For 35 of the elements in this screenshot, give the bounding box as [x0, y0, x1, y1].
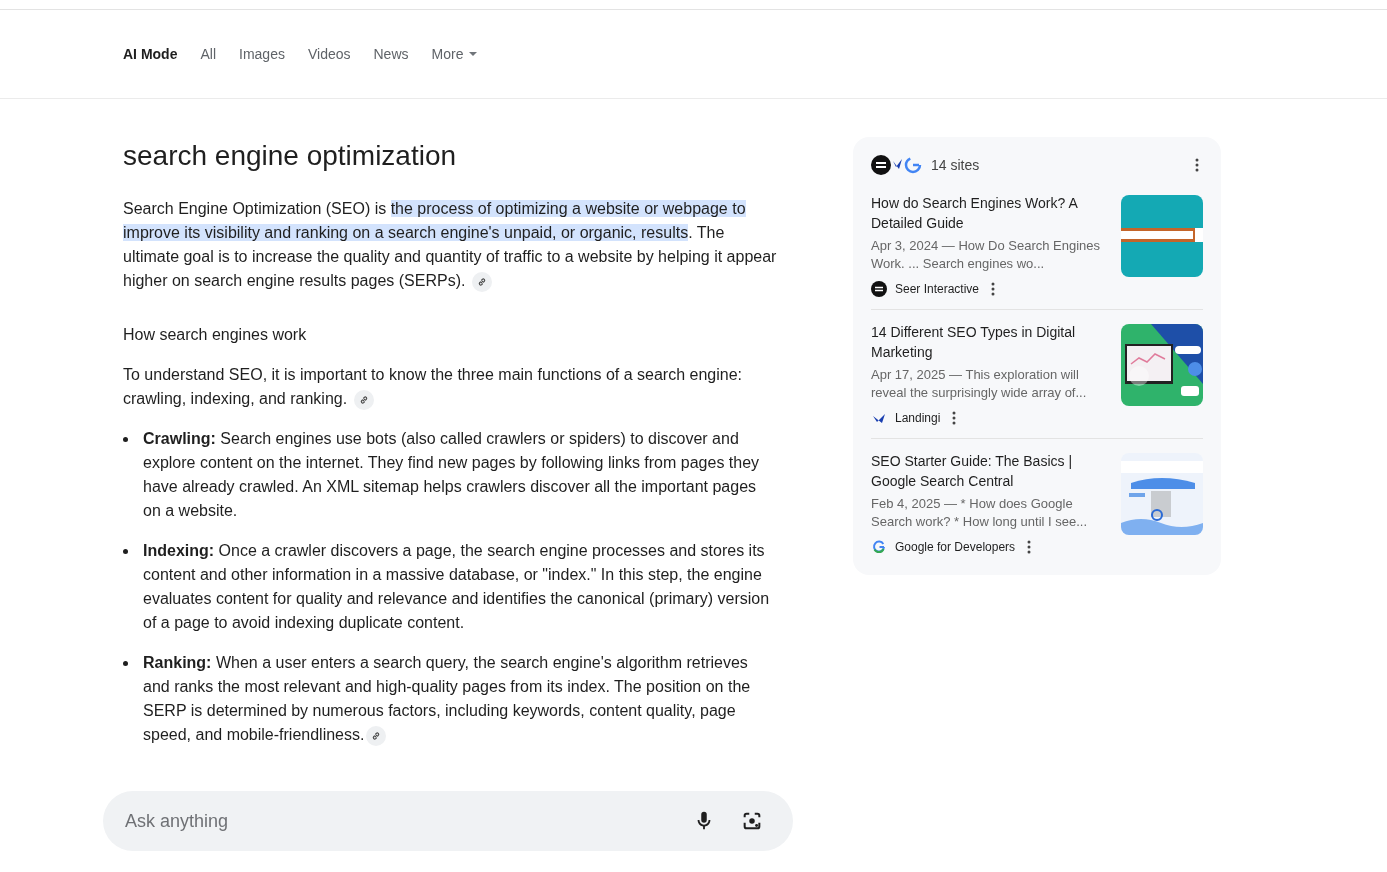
bullet-dot [123, 437, 128, 442]
source-snippet: Apr 3, 2024 — How Do Search Engines Work. ... Search engines wo... [871, 237, 1102, 273]
site-name: Seer Interactive [895, 282, 980, 296]
source-snippet: Apr 17, 2025 — This exploration will reveal the surprisingly wide array of... [871, 366, 1088, 402]
link-icon[interactable] [471, 271, 492, 292]
search-tab[interactable]: AI Mode [123, 42, 178, 66]
answer-paragraph: Search Engine Optimization (SEO) is the process of optimizing a website or webpage to improve its visibility and ranking on a search engine's unpaid, or organic, results. The ultimate goal is to increase the quality and quantity of traffic to a website by helping it appear higher on search engine results pages (SERPs). [123, 197, 778, 293]
search-tab[interactable]: More [431, 42, 478, 66]
sites-count: 14 sites [931, 157, 980, 173]
source-snippet: Feb 4, 2025 — * How does Google Search work? * How long until I see... [871, 495, 1089, 531]
query-title: search engine optimization [123, 139, 458, 173]
site-favicon-icon [871, 281, 887, 297]
source-title-link[interactable]: How do Search Engines Work? A Detailed Guide [871, 193, 1113, 233]
camera-lens-icon[interactable] [741, 810, 763, 832]
search-tab[interactable]: News [373, 42, 409, 66]
link-icon[interactable] [353, 389, 374, 410]
section-heading: How search engines work [123, 325, 308, 345]
search-tab[interactable]: All [200, 42, 216, 66]
answer-paragraph: To understand SEO, it is important to know the three main functions of a search engine: crawling, indexing, and ranking. [123, 363, 778, 411]
bullet-dot [123, 661, 128, 666]
site-favicon-icon [871, 539, 887, 555]
link-icon[interactable] [366, 725, 387, 746]
bullet-text: Crawling: Search engines use bots (also called crawlers or spiders) to discover and explore content on the internet. They find new pages by following links from pages they have already crawled. An XML sitemap helps crawlers discover all the important pages on a website. [143, 429, 761, 521]
bullet-dot [123, 549, 128, 554]
site-name: Landingi [895, 411, 941, 425]
site-favicons-icon [871, 155, 923, 175]
bullet-text: Ranking: When a user enters a search query, the search engine's algorithm retrieves and ranks the most relevant and high-quality pages from its index. The position on the SERP is determined by numerous factors, including keywords, content quality, page speed, and mobile-friendliness. [143, 651, 778, 747]
bullet-text: Indexing: Once a crawler discovers a page, the search engine processes and stores its content and other information in a massive database, or "index." In this step, the engine evaluates content for quality and relevance and identifies the canonical (primary) version of a page to avoid indexing duplicate content. [143, 541, 771, 633]
search-tab[interactable]: Images [239, 42, 285, 66]
source-title-link[interactable]: 14 Different SEO Types in Digital Marketing [871, 322, 1113, 362]
source-title-link[interactable]: SEO Starter Guide: The Basics | Google Search Central [871, 451, 1113, 491]
ask-field[interactable]: Ask anything [123, 791, 667, 851]
site-name: Google for Developers [895, 540, 1016, 554]
search-tab[interactable]: Videos [307, 42, 351, 66]
search-bar[interactable]: Ask anything [103, 791, 793, 851]
